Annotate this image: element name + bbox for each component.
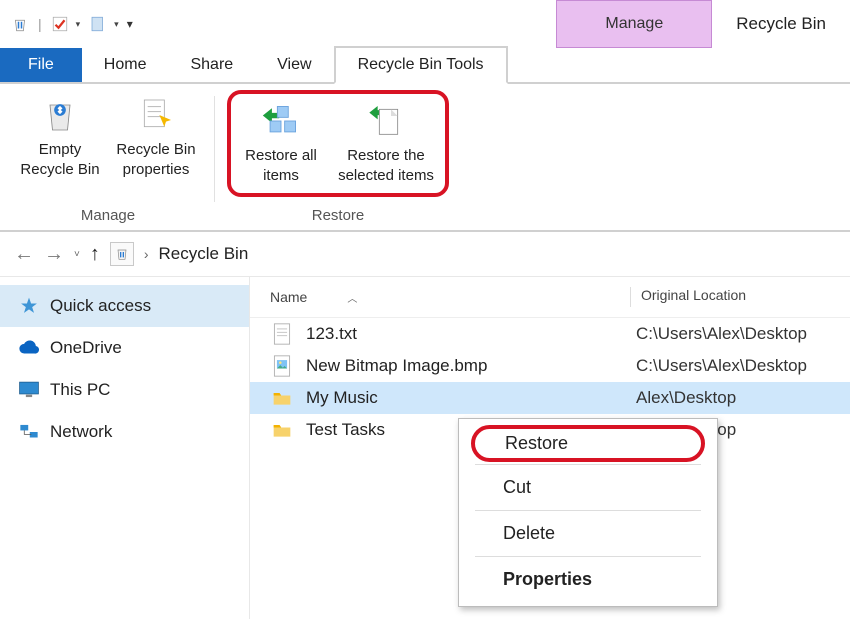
ribbon: Empty Recycle Bin Recycle Bin properties… xyxy=(0,84,850,232)
sidebar-item-network[interactable]: Network xyxy=(0,411,249,453)
navigation-bar: ← → ˅ ↑ › Recycle Bin xyxy=(0,232,850,277)
ribbon-group-manage: Empty Recycle Bin Recycle Bin properties… xyxy=(6,90,210,230)
button-label: Empty Recycle Bin xyxy=(16,140,104,179)
file-original-location: Alex\Desktop xyxy=(636,388,736,408)
file-row[interactable]: 123.txt C:\Users\Alex\Desktop xyxy=(250,318,850,350)
file-name: New Bitmap Image.bmp xyxy=(306,356,636,376)
cloud-icon xyxy=(18,337,40,359)
folder-icon xyxy=(270,418,294,442)
button-label: Restore the selected items xyxy=(333,146,439,185)
network-icon xyxy=(18,421,40,443)
text-file-icon xyxy=(270,322,294,346)
highlight-annotation: Restore all items Restore the selected i… xyxy=(227,90,449,197)
sidebar-item-label: OneDrive xyxy=(50,338,122,358)
qat-overflow-icon[interactable]: ▾ xyxy=(127,17,133,31)
column-header-name[interactable]: Name ︿ xyxy=(270,287,620,307)
context-menu-restore[interactable]: Restore xyxy=(505,433,671,454)
folder-icon xyxy=(270,386,294,410)
chevron-down-icon[interactable]: ▾ xyxy=(114,19,119,30)
contextual-tab-manage[interactable]: Manage xyxy=(556,0,712,48)
forward-button[interactable]: → xyxy=(44,243,64,266)
history-chevron-icon[interactable]: ˅ xyxy=(74,249,80,260)
recycle-bin-address-icon[interactable] xyxy=(110,242,134,266)
navigation-pane: Quick access OneDrive This PC Network xyxy=(0,277,250,619)
file-original-location: C:\Users\Alex\Desktop xyxy=(636,356,807,376)
ribbon-group-label: Manage xyxy=(81,203,135,230)
column-headers: Name ︿ Original Location xyxy=(250,277,850,318)
ribbon-group-label: Restore xyxy=(312,203,365,230)
context-menu-cut[interactable]: Cut xyxy=(459,467,717,508)
ribbon-separator xyxy=(214,96,215,202)
tab-file[interactable]: File xyxy=(0,48,82,82)
file-name: My Music xyxy=(306,388,636,408)
file-row[interactable]: New Bitmap Image.bmp C:\Users\Alex\Deskt… xyxy=(250,350,850,382)
new-item-icon[interactable] xyxy=(88,14,108,34)
recycle-bin-empty-icon xyxy=(40,95,80,141)
file-row[interactable]: My Music Alex\Desktop xyxy=(250,382,850,414)
tab-view[interactable]: View xyxy=(255,48,333,82)
ribbon-tabs: File Home Share View Recycle Bin Tools xyxy=(0,48,850,84)
recycle-bin-properties-button[interactable]: Recycle Bin properties xyxy=(110,90,202,185)
properties-icon[interactable] xyxy=(50,14,70,34)
window-title: Recycle Bin xyxy=(712,0,850,48)
file-name: 123.txt xyxy=(306,324,636,344)
title-bar: | ▾ ▾ ▾ Manage Recycle Bin xyxy=(0,0,850,48)
tab-recycle-bin-tools[interactable]: Recycle Bin Tools xyxy=(334,46,508,84)
chevron-down-icon[interactable]: ▾ xyxy=(76,19,81,30)
back-button[interactable]: ← xyxy=(14,243,34,266)
title-tabs-area: Manage Recycle Bin xyxy=(556,0,850,48)
menu-separator xyxy=(475,464,701,465)
column-label: Name xyxy=(270,289,307,305)
address-location[interactable]: Recycle Bin xyxy=(159,244,249,264)
column-header-original-location[interactable]: Original Location xyxy=(641,287,746,307)
column-separator[interactable] xyxy=(630,287,631,307)
separator: | xyxy=(38,16,42,32)
breadcrumb-separator-icon[interactable]: › xyxy=(144,246,149,262)
button-label: Restore all items xyxy=(237,146,325,185)
sidebar-item-label: Quick access xyxy=(50,296,151,316)
content-area: Quick access OneDrive This PC Network Na… xyxy=(0,277,850,619)
context-menu-properties[interactable]: Properties xyxy=(459,559,717,600)
restore-selected-icon xyxy=(366,101,406,147)
tab-home[interactable]: Home xyxy=(82,48,169,82)
button-label: Recycle Bin properties xyxy=(112,140,200,179)
sidebar-item-this-pc[interactable]: This PC xyxy=(0,369,249,411)
properties-sheet-icon xyxy=(136,95,176,141)
restore-all-icon xyxy=(259,101,303,147)
sidebar-item-quick-access[interactable]: Quick access xyxy=(0,285,249,327)
sidebar-item-label: Network xyxy=(50,422,112,442)
sidebar-item-label: This PC xyxy=(50,380,110,400)
image-file-icon xyxy=(270,354,294,378)
context-menu-delete[interactable]: Delete xyxy=(459,513,717,554)
tab-share[interactable]: Share xyxy=(168,48,255,82)
sort-ascending-icon: ︿ xyxy=(347,290,357,305)
context-menu: Restore Cut Delete Properties xyxy=(458,418,718,607)
ribbon-group-restore: Restore all items Restore the selected i… xyxy=(219,90,457,230)
star-icon xyxy=(18,295,40,317)
menu-separator xyxy=(475,510,701,511)
restore-all-items-button[interactable]: Restore all items xyxy=(235,96,327,191)
up-button[interactable]: ↑ xyxy=(90,243,100,266)
file-original-location: C:\Users\Alex\Desktop xyxy=(636,324,807,344)
empty-recycle-bin-button[interactable]: Empty Recycle Bin xyxy=(14,90,106,185)
menu-separator xyxy=(475,556,701,557)
sidebar-item-onedrive[interactable]: OneDrive xyxy=(0,327,249,369)
restore-selected-items-button[interactable]: Restore the selected items xyxy=(331,96,441,191)
highlight-annotation: Restore xyxy=(471,425,705,462)
quick-access-toolbar: | ▾ ▾ ▾ xyxy=(0,14,143,34)
recycle-bin-icon[interactable] xyxy=(10,14,30,34)
monitor-icon xyxy=(18,379,40,401)
